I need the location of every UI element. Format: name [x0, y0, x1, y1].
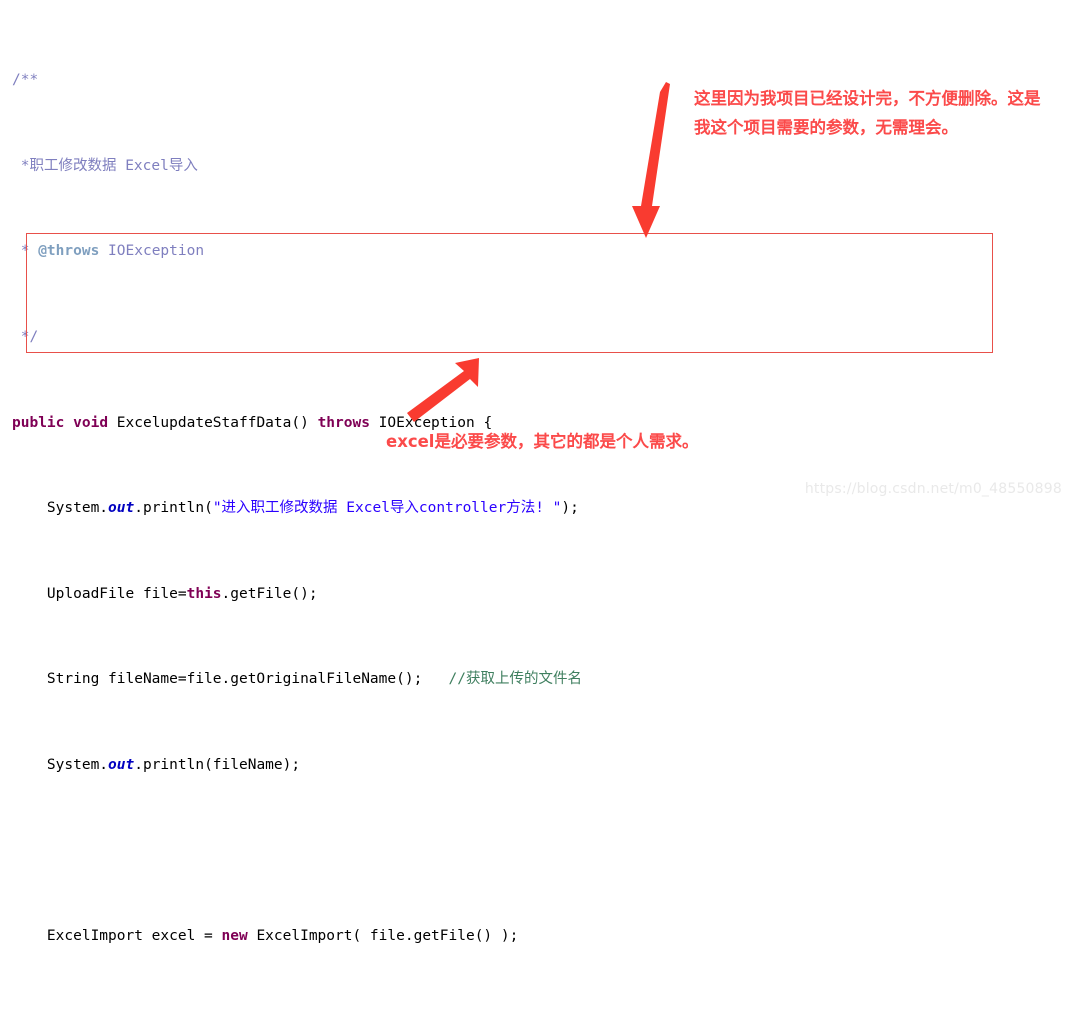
annotation-top-right: 这里因为我项目已经设计完，不方便删除。这是我这个项目需要的参数，无需理会。: [694, 84, 1054, 142]
keyword-void: void: [73, 415, 108, 431]
code-block[interactable]: /** *职工修改数据 Excel导入 * @throws IOExceptio…: [12, 6, 943, 1014]
javadoc-close: */: [12, 329, 38, 345]
field-system-out: out: [108, 500, 134, 516]
keyword-this-1: this: [187, 586, 222, 602]
string-literal-entry-msg: "进入职工修改数据 Excel导入controller方法! ": [213, 500, 562, 516]
keyword-public: public: [12, 415, 64, 431]
code-line-12: String account = this.getSessionAttr( "l…: [12, 1012, 943, 1014]
keyword-new-1: new: [222, 928, 248, 944]
code-line-9: System.out.println(fileName);: [12, 755, 943, 776]
throws-type: IOException {: [370, 415, 492, 431]
watermark-url: https://blog.csdn.net/m0_48550898: [805, 481, 1062, 497]
method-declaration-name: ExcelupdateStaffData(): [108, 415, 318, 431]
keyword-throws: throws: [318, 415, 370, 431]
comment-get-filename: //获取上传的文件名: [449, 671, 582, 687]
javadoc-summary: *职工修改数据 Excel导入: [12, 158, 198, 174]
javadoc-tag-throws: @throws: [38, 243, 99, 259]
annotation-bottom: excel是必要参数，其它的都是个人需求。: [386, 430, 698, 454]
code-line-2: *职工修改数据 Excel导入: [12, 156, 943, 177]
javadoc-open: /**: [12, 72, 38, 88]
code-editor-surface[interactable]: /** *职工修改数据 Excel导入 * @throws IOExceptio…: [0, 0, 1076, 507]
field-system-out-2: out: [108, 757, 134, 773]
code-line-4: */: [12, 327, 943, 348]
code-line-8: String fileName=file.getOriginalFileName…: [12, 669, 943, 690]
javadoc-throws-type: IOException: [99, 243, 204, 259]
code-line-3: * @throws IOException: [12, 241, 943, 262]
code-line-7: UploadFile file=this.getFile();: [12, 584, 943, 605]
code-line-10-blank: [12, 841, 943, 862]
javadoc-throws-prefix: *: [12, 243, 38, 259]
code-line-11: ExcelImport excel = new ExcelImport( fil…: [12, 926, 943, 947]
code-line-6: System.out.println("进入职工修改数据 Excel导入cont…: [12, 498, 943, 519]
